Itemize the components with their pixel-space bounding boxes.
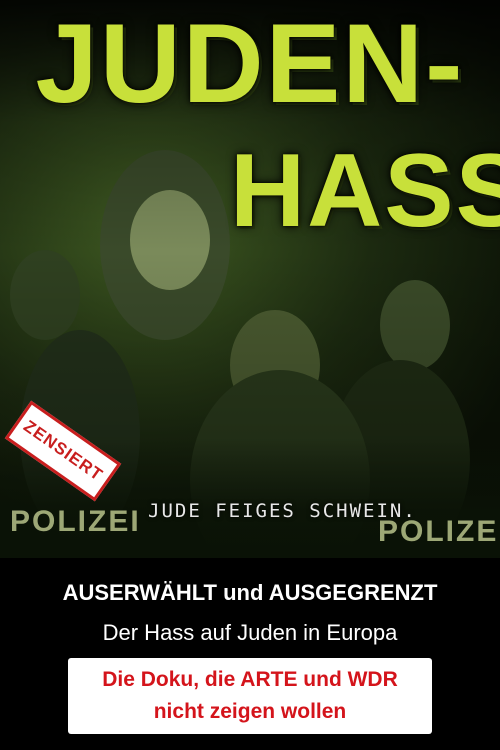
title-hass: HASS	[230, 133, 500, 249]
poster: JUDEN- HASS POLIZEI POLIZEI JUDE FEIGES …	[0, 0, 500, 750]
scene-caption: JUDE FEIGES SCHWEIN.	[148, 500, 417, 522]
crowd-photo: JUDEN- HASS POLIZEI POLIZEI JUDE FEIGES …	[0, 0, 500, 558]
headline: AUSERWÄHLT und AUSGEGRENZT	[62, 580, 438, 605]
tagline-line-1: Die Doku, die ARTE und WDR	[102, 668, 398, 691]
tagline-line-2: nicht zeigen wollen	[153, 700, 347, 723]
police-label-left: POLIZEI	[10, 505, 141, 538]
title-juden: JUDEN-	[35, 1, 465, 126]
subheadline: Der Hass auf Juden in Europa	[102, 620, 398, 645]
